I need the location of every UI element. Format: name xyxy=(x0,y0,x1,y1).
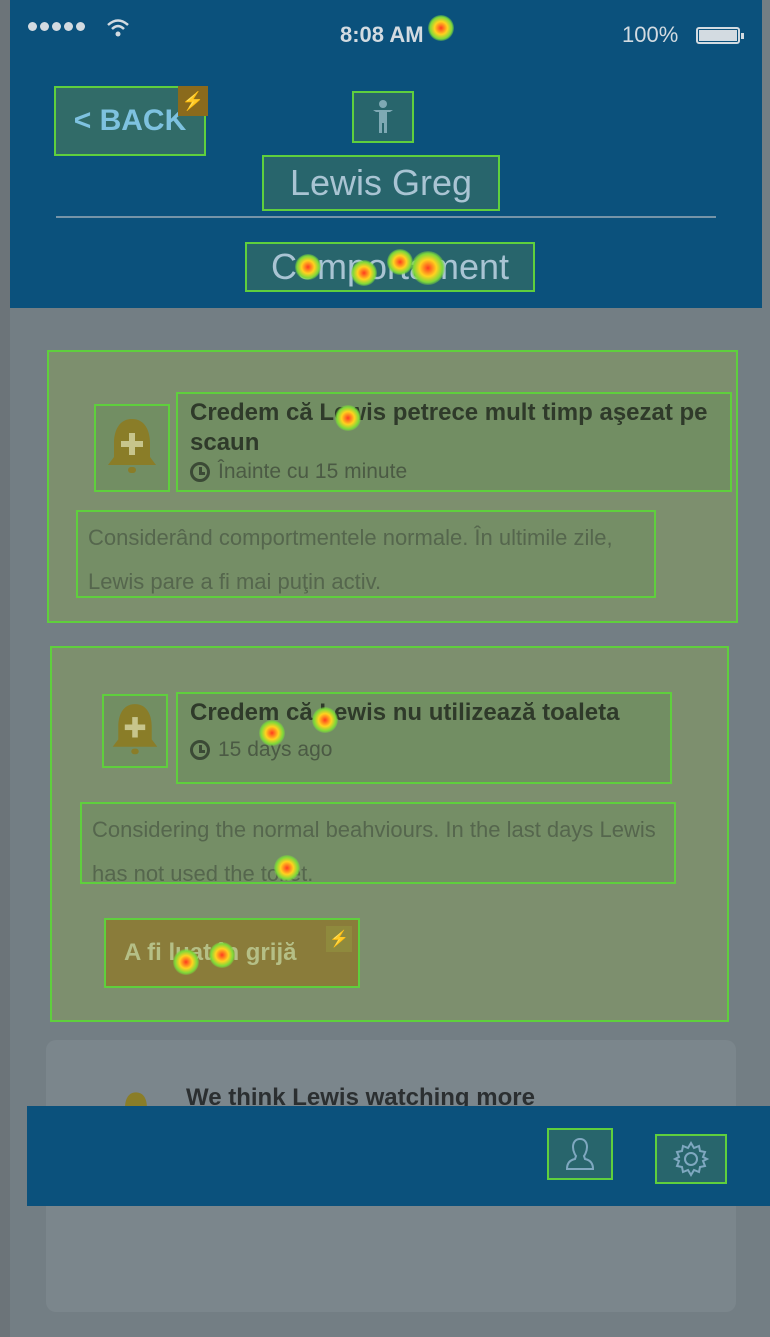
alert-description: Considering the normal beahviours. In th… xyxy=(80,802,676,886)
battery-percent: 100% xyxy=(622,22,679,47)
bottom-tab-bar xyxy=(27,1106,770,1206)
clock-icon xyxy=(190,462,210,482)
take-care-label: A fi luat în grijă xyxy=(124,939,297,966)
patient-name: Lewis Greg xyxy=(262,155,500,211)
frame-edge xyxy=(0,0,10,1337)
alert-time-text: 15 days ago xyxy=(218,738,333,761)
alert-time: 15 days ago xyxy=(190,738,658,762)
alert-title: Credem că Lewis petrece mult timp aşezat… xyxy=(190,399,708,456)
gear-icon[interactable] xyxy=(655,1134,727,1184)
bolt-icon: ⚡ xyxy=(178,86,208,116)
wifi-icon xyxy=(106,18,130,44)
back-button-label: < BACK xyxy=(73,104,187,137)
signal-icon xyxy=(28,22,85,31)
alert-title-box: Credem că Lewis nu utilizează toaleta 15… xyxy=(176,692,672,784)
section-title[interactable]: Comportament xyxy=(245,242,535,292)
bell-plus-icon xyxy=(102,694,168,768)
back-button[interactable]: < BACK ⚡ xyxy=(54,86,208,156)
take-care-button[interactable]: A fi luat în grijă ⚡ xyxy=(104,918,360,988)
status-bar: 8:08 AM 100% xyxy=(10,0,762,64)
bell-plus-icon xyxy=(94,404,170,492)
header-divider xyxy=(56,216,716,218)
alert-time-text: Înainte cu 15 minute xyxy=(218,460,408,483)
alert-title: Credem că Lewis nu utilizează toaleta xyxy=(190,699,620,726)
app-screen: 8:08 AM 100% < BACK ⚡ Lewis Greg Comport… xyxy=(0,0,770,1337)
battery-icon xyxy=(696,27,744,44)
clock-icon xyxy=(190,740,210,760)
child-icon xyxy=(352,91,414,143)
alert-title-box: Credem că Lewis petrece mult timp aşezat… xyxy=(176,392,732,492)
alert-time: Înainte cu 15 minute xyxy=(190,460,718,484)
user-icon[interactable] xyxy=(547,1128,613,1180)
status-time: 8:08 AM xyxy=(340,22,424,47)
alert-description: Considerând comportmentele normale. În u… xyxy=(76,510,656,598)
alert-card[interactable]: Credem că Lewis nu utilizează toaleta 15… xyxy=(50,646,729,1022)
bolt-icon: ⚡ xyxy=(326,926,352,952)
alert-card[interactable]: Credem că Lewis petrece mult timp aşezat… xyxy=(47,350,738,623)
header: 8:08 AM 100% < BACK ⚡ Lewis Greg Comport… xyxy=(10,0,762,308)
